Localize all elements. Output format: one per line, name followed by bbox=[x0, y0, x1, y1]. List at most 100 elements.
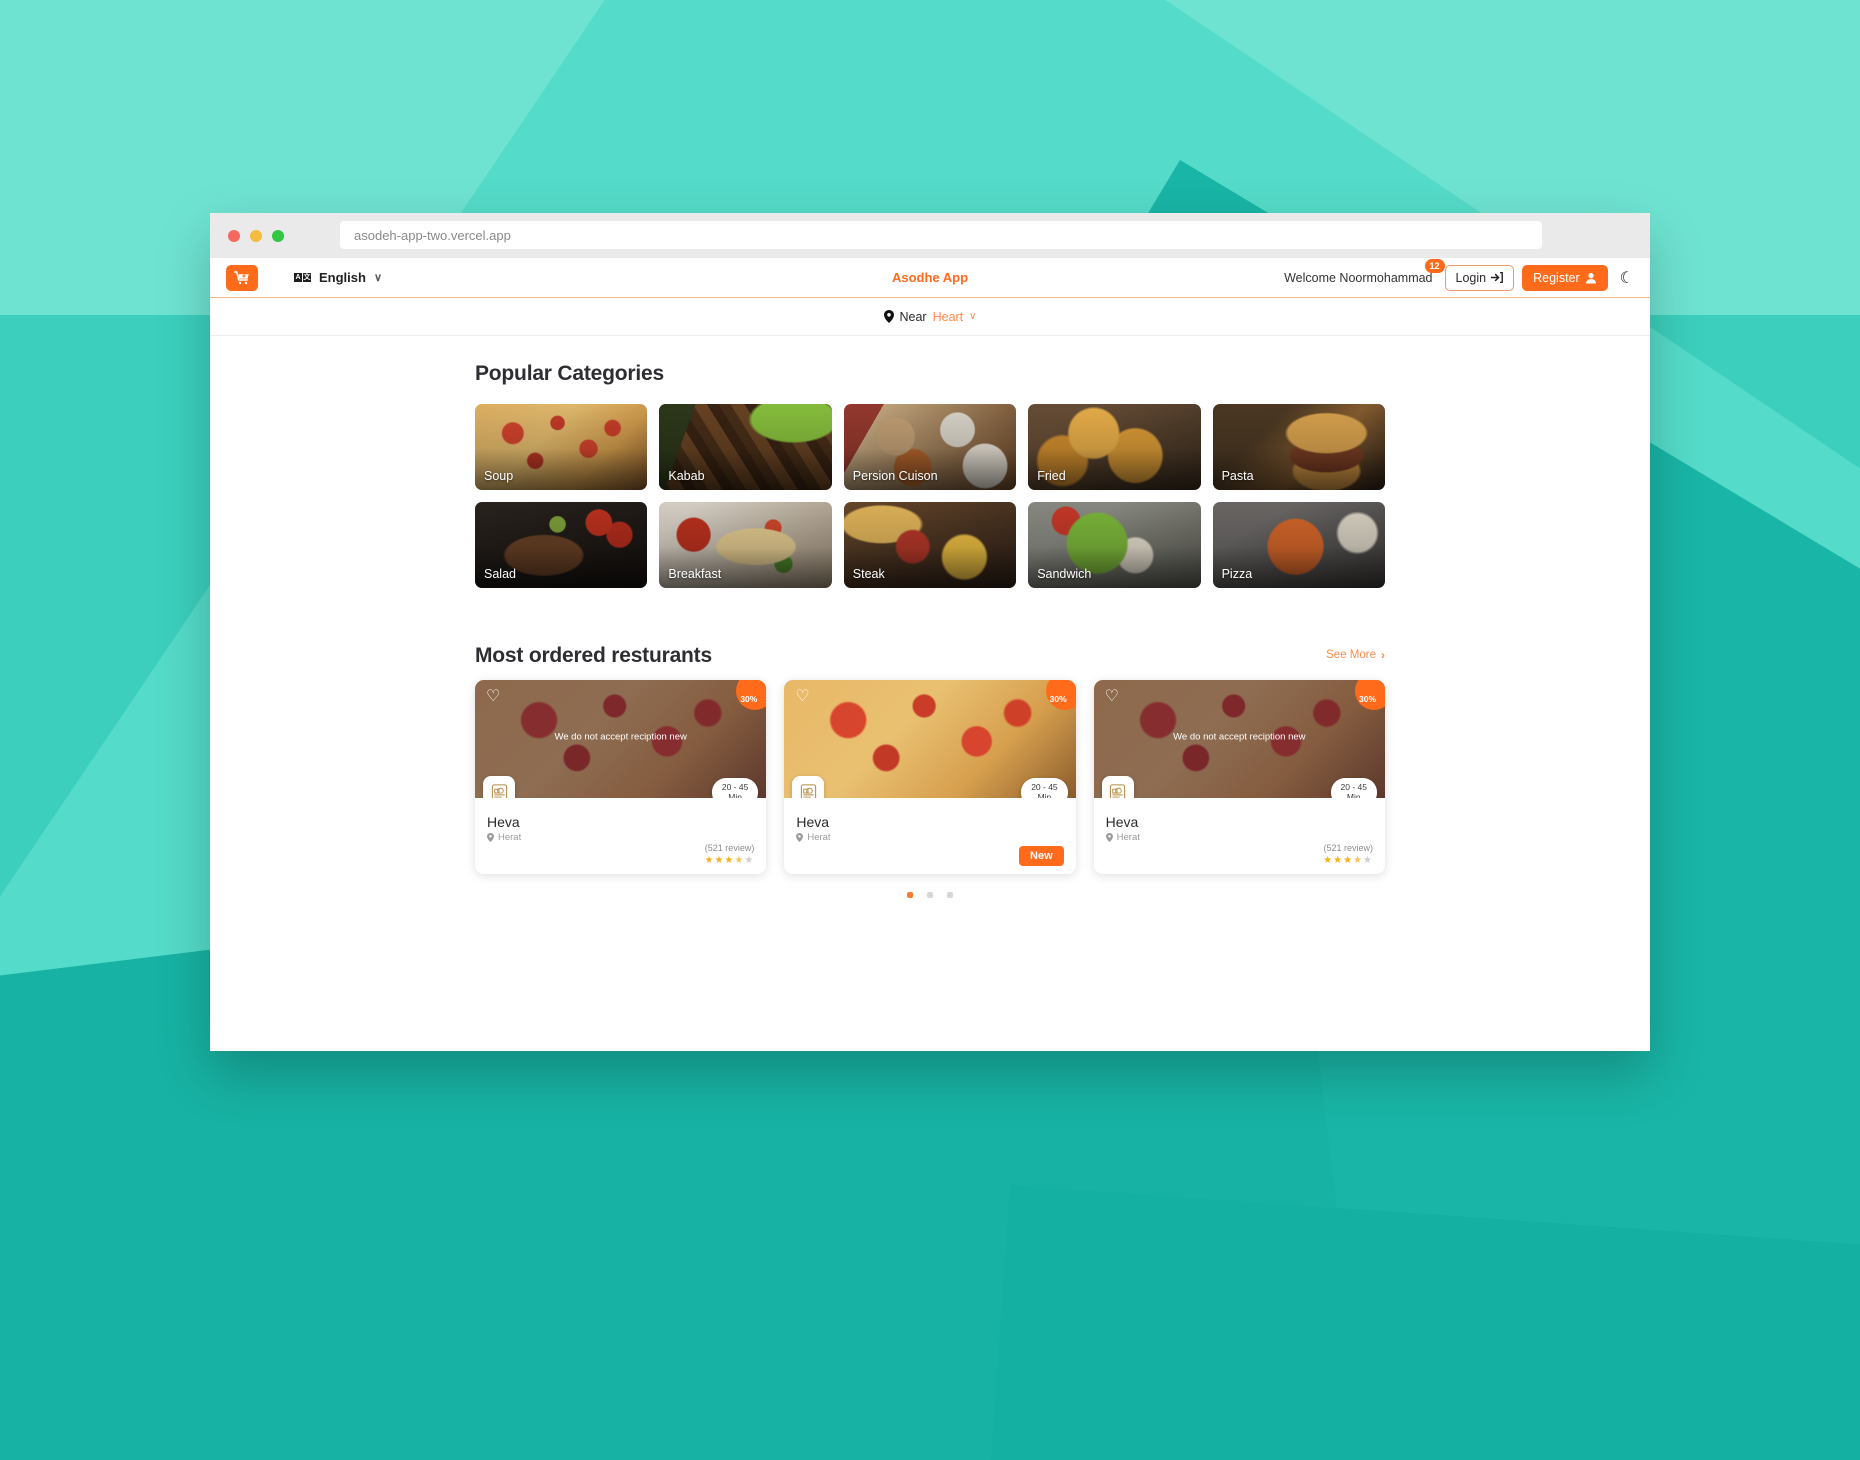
pagination-dot[interactable] bbox=[947, 892, 953, 898]
restaurant-card-grid: ♡ 30% We do not accept reciption new 20 - 4… bbox=[475, 680, 1385, 874]
restaurant-photo: ♡ 30% We do not accept reciption new 20 - 4… bbox=[475, 680, 767, 798]
map-pin-icon bbox=[1105, 833, 1113, 842]
shopping-cart-icon bbox=[234, 270, 249, 284]
login-button[interactable]: Login bbox=[1444, 264, 1515, 291]
restaurant-logo-icon bbox=[1110, 783, 1126, 798]
window-controls bbox=[228, 229, 284, 242]
maximize-button[interactable] bbox=[272, 229, 284, 242]
near-label: Near bbox=[899, 309, 927, 324]
carousel-pagination bbox=[475, 892, 1385, 898]
category-tile[interactable]: Soup bbox=[475, 404, 648, 490]
register-button[interactable]: Register bbox=[1522, 264, 1608, 291]
map-pin-icon bbox=[487, 833, 494, 842]
review-count: (521 review) bbox=[1323, 843, 1373, 853]
restaurant-notice-text: We do not accept reciption new bbox=[1173, 731, 1306, 743]
shopping-cart-button[interactable] bbox=[226, 264, 258, 291]
category-tile[interactable]: Fried bbox=[1028, 404, 1201, 490]
category-label: Pasta bbox=[1221, 469, 1254, 483]
minimize-button[interactable] bbox=[250, 229, 262, 242]
restaurant-logo-icon bbox=[491, 783, 507, 798]
delivery-time-unit: Min bbox=[728, 792, 742, 798]
category-tile[interactable]: Breakfast bbox=[659, 502, 832, 588]
rating-stars: ★★★★★ bbox=[1323, 855, 1373, 866]
category-label: Soup bbox=[484, 469, 514, 483]
chevron-down-icon[interactable]: ∨ bbox=[969, 311, 976, 322]
delivery-time-range: 20 - 45 bbox=[1340, 781, 1367, 792]
restaurant-city: Herat bbox=[498, 832, 522, 843]
discount-value: 30% bbox=[1049, 694, 1067, 704]
url-text: asodeh-app-two.vercel.app bbox=[354, 227, 511, 243]
restaurant-location: Herat bbox=[796, 832, 1063, 843]
favorite-heart-icon[interactable]: ♡ bbox=[795, 689, 809, 705]
restaurant-name: Heva bbox=[487, 814, 520, 830]
see-more-label: See More bbox=[1326, 649, 1376, 661]
category-tile[interactable]: Steak bbox=[843, 502, 1017, 588]
category-label: Fried bbox=[1037, 469, 1066, 483]
restaurant-rating-block: (521 review) ★★★★★ bbox=[704, 843, 754, 866]
review-count: (521 review) bbox=[704, 843, 755, 853]
most-ordered-header: Most ordered resturants See More › bbox=[475, 644, 1385, 668]
restaurant-location: Herat bbox=[487, 832, 754, 843]
user-icon bbox=[1585, 272, 1596, 283]
category-tile[interactable]: Pasta bbox=[1212, 404, 1385, 490]
see-more-link[interactable]: See More › bbox=[1326, 648, 1385, 668]
welcome-message: Welcome Noormohammad 12 bbox=[1284, 258, 1445, 285]
category-grid: Soup Kabab Persion Cuison Fried Pasta Salad Br… bbox=[475, 404, 1385, 588]
app-header: A文 English ∨ Asodhe App Welcome Noormoha… bbox=[210, 258, 1650, 298]
restaurant-logo bbox=[792, 776, 825, 798]
category-label: Steak bbox=[852, 567, 885, 581]
location-bar: Near Heart ∨ bbox=[210, 298, 1650, 336]
category-label: Salad bbox=[484, 567, 516, 581]
address-bar[interactable]: asodeh-app-two.vercel.app bbox=[340, 221, 1542, 249]
category-tile[interactable]: Pizza bbox=[1212, 502, 1385, 588]
header-actions: Welcome Noormohammad 12 Login Register ☾ bbox=[1284, 258, 1634, 291]
category-tile[interactable]: Salad bbox=[475, 502, 648, 588]
category-tile[interactable]: Sandwich bbox=[1028, 502, 1201, 588]
discount-value: 30% bbox=[1359, 694, 1377, 704]
delivery-time-pill: 20 - 45 Min bbox=[711, 777, 759, 798]
category-label: Persion Cuison bbox=[852, 469, 938, 483]
discount-value: 30% bbox=[740, 694, 758, 704]
language-selector[interactable]: A文 English ∨ bbox=[294, 270, 382, 285]
restaurant-card[interactable]: ♡ 30% We do not accept reciption new 20 - 4… bbox=[475, 680, 767, 874]
delivery-time-pill: 20 - 45 Min bbox=[1021, 777, 1068, 798]
restaurant-info: Heva Herat (521 review) ★★★★★ bbox=[475, 798, 766, 874]
restaurant-name: Heva bbox=[1105, 814, 1139, 830]
restaurant-city: Herat bbox=[807, 832, 831, 843]
category-label: Breakfast bbox=[668, 567, 722, 581]
app-brand-title: Asodhe App bbox=[891, 270, 969, 285]
browser-chrome-bar: asodeh-app-two.vercel.app bbox=[210, 213, 1650, 258]
chevron-down-icon: ∨ bbox=[373, 272, 383, 284]
category-tile[interactable]: Kabab bbox=[659, 404, 832, 490]
login-label: Login bbox=[1455, 270, 1487, 285]
favorite-heart-icon[interactable]: ♡ bbox=[1105, 689, 1119, 705]
restaurant-card[interactable]: ♡ 30% We do not accept reciption new 20 - 4… bbox=[1093, 680, 1385, 874]
chevron-right-icon: › bbox=[1381, 648, 1385, 662]
delivery-time-range: 20 - 45 bbox=[1031, 781, 1058, 792]
rating-stars: ★★★★★ bbox=[704, 855, 755, 866]
restaurant-name: Heva bbox=[796, 814, 830, 830]
category-tile[interactable]: Persion Cuison bbox=[843, 404, 1017, 490]
favorite-heart-icon[interactable]: ♡ bbox=[486, 689, 500, 705]
new-badge: New bbox=[1019, 846, 1064, 866]
category-label: Kabab bbox=[668, 469, 705, 483]
popular-categories-title: Popular Categories bbox=[475, 362, 664, 385]
restaurant-location: Herat bbox=[1105, 832, 1373, 843]
category-label: Pizza bbox=[1221, 567, 1253, 581]
delivery-time-unit: Min bbox=[1037, 792, 1052, 798]
delivery-time-range: 20 - 45 bbox=[721, 781, 749, 792]
pagination-dot[interactable] bbox=[927, 892, 933, 898]
restaurant-notice-text: We do not accept reciption new bbox=[554, 731, 687, 743]
restaurant-card[interactable]: ♡ 30% 20 - 45 Min Heva Herat New bbox=[784, 680, 1076, 874]
near-city-value[interactable]: Heart bbox=[933, 310, 964, 324]
pagination-dot[interactable] bbox=[907, 892, 913, 898]
translate-icon: A文 bbox=[294, 273, 311, 282]
close-button[interactable] bbox=[228, 229, 240, 242]
moon-icon[interactable]: ☾ bbox=[1620, 268, 1634, 288]
lang-glyph-a: A bbox=[294, 273, 302, 282]
restaurant-info: Heva Herat (521 review) ★★★★★ bbox=[1094, 798, 1385, 874]
restaurant-logo-icon bbox=[800, 783, 816, 798]
most-ordered-title: Most ordered resturants bbox=[475, 644, 712, 667]
cart-count-badge: 12 bbox=[1424, 258, 1445, 273]
delivery-time-unit: Min bbox=[1346, 792, 1361, 798]
